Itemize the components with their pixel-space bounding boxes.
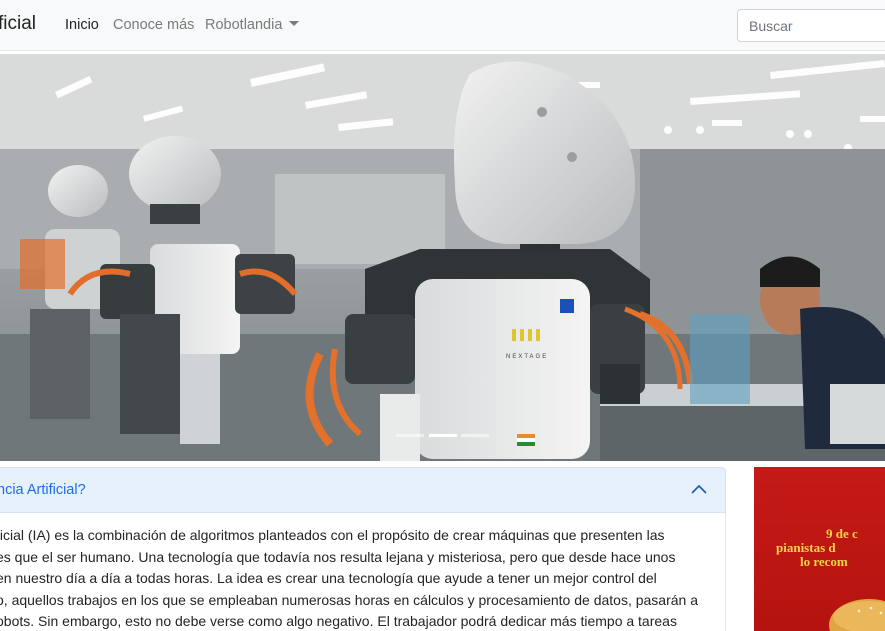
navbar: ficial Inicio Conoce más Robotlandia [0, 0, 885, 51]
ad-line: 9 de c [826, 526, 858, 541]
body-line: obots. Sin embargo, esto no debe verse c… [0, 613, 677, 629]
accordion-body-text: ficial (IA) es la combinación de algorit… [0, 525, 716, 631]
search-input[interactable] [737, 9, 885, 42]
nav-dropdown-label: Robotlandia [205, 17, 283, 33]
nav-dropdown-robotlandia[interactable]: Robotlandia [205, 17, 300, 33]
carousel-slide-image: NEXTAGE [0, 54, 885, 461]
sidebar-ad-banner[interactable]: 9 de c pianistas d lo recom [754, 467, 885, 631]
body-line: en nuestro día a día a todas horas. La i… [0, 570, 657, 586]
carousel-indicator-2[interactable] [429, 434, 457, 437]
brand-logo-text[interactable]: ficial [0, 13, 36, 35]
robot-chest-label: NEXTAGE [506, 354, 548, 360]
accordion-body: ficial (IA) es la combinación de algorit… [0, 513, 726, 631]
ad-text: 9 de c pianistas d lo recom [776, 527, 885, 569]
image-carousel[interactable]: NEXTAGE [0, 54, 885, 461]
nav-link-inicio[interactable]: Inicio [65, 17, 99, 33]
carousel-indicator-3[interactable] [461, 434, 489, 437]
ad-line: pianistas d [776, 540, 836, 555]
body-line: es que el ser humano. Una tecnología que… [0, 548, 676, 565]
body-line: o, aquellos trabajos en los que se emple… [0, 591, 698, 608]
nav-link-conoce-mas[interactable]: Conoce más [113, 17, 194, 33]
accordion-title: ncia Artificial? [0, 482, 86, 498]
main-content: ncia Artificial? ficial (IA) es la combi… [0, 461, 740, 631]
ad-line: lo recom [800, 554, 848, 569]
body-line: ficial (IA) es la combinación de algorit… [0, 527, 665, 543]
burger-image [829, 599, 885, 631]
caret-down-icon [289, 20, 300, 26]
carousel-indicator-bar [0, 434, 885, 440]
chevron-up-icon [691, 484, 707, 494]
carousel-indicator-1[interactable] [396, 434, 424, 437]
accordion-header-button[interactable]: ncia Artificial? [0, 467, 726, 513]
